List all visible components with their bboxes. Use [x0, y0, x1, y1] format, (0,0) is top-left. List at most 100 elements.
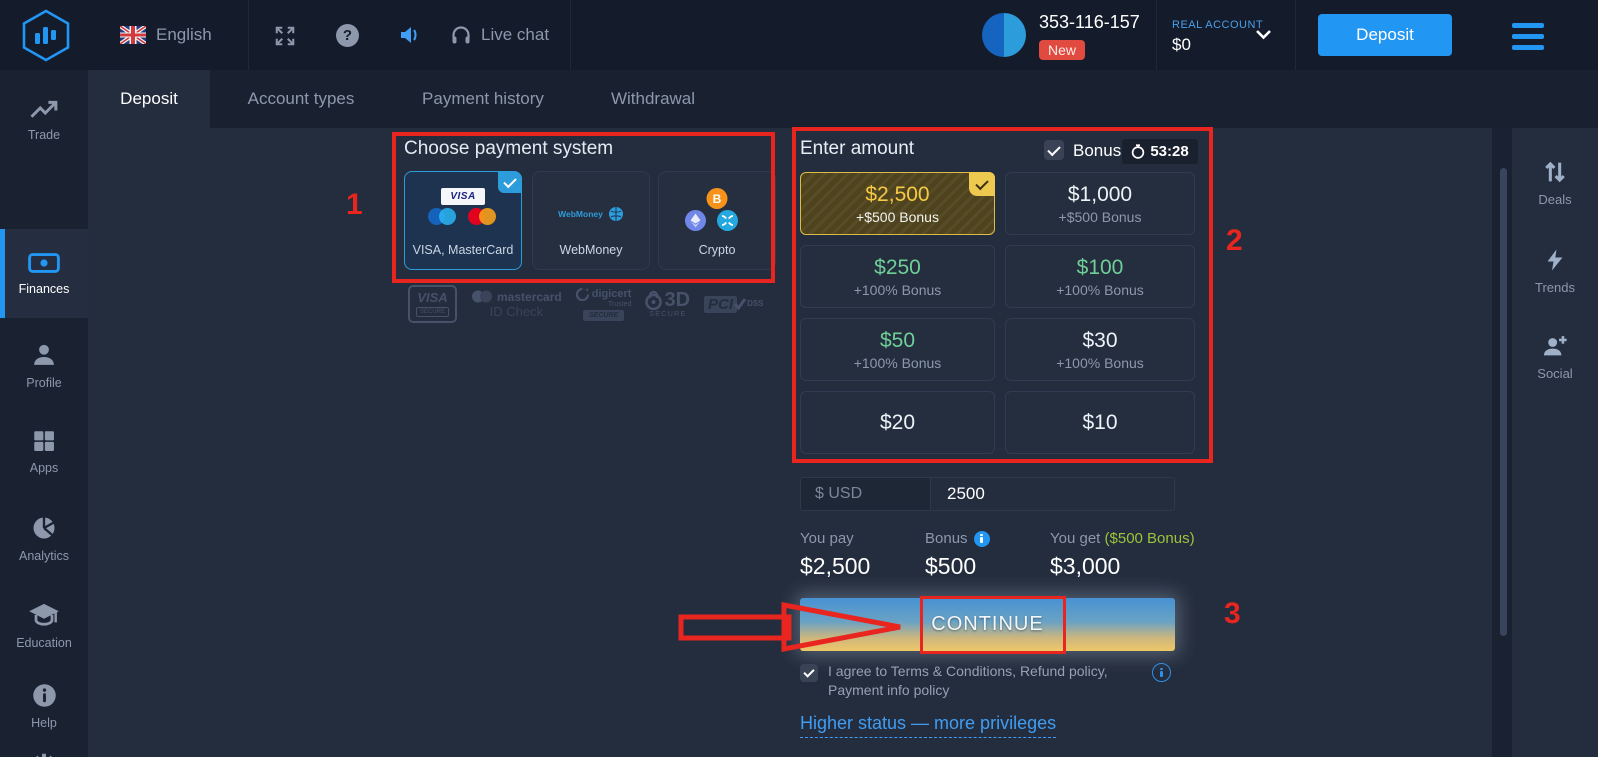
status-badge: New [1039, 40, 1085, 60]
sidebar-item-help[interactable]: Help [0, 670, 88, 742]
amount-input[interactable]: 2500 [930, 477, 1175, 511]
you-pay-block: You pay $2,500 [800, 530, 870, 580]
you-get-block: You get ($500 Bonus) $3,000 [1050, 530, 1195, 580]
headset-icon [449, 23, 473, 47]
higher-status-link[interactable]: Higher status — more privileges [800, 713, 1056, 738]
trends-icon [1543, 246, 1567, 274]
scrollbar[interactable] [1500, 168, 1507, 636]
sidebar-item-education[interactable]: Education [0, 582, 88, 668]
bonus-summary-label: Bonus [925, 530, 968, 547]
bonus-info-icon[interactable] [974, 531, 990, 547]
annotation-arrow [678, 602, 906, 652]
apps-icon [31, 428, 57, 454]
terms-info-icon[interactable] [1152, 663, 1171, 682]
amount-option-50[interactable]: $50 +100% Bonus [800, 318, 995, 381]
account-type-label: REAL ACCOUNT [1172, 19, 1263, 31]
tab-payment-history[interactable]: Payment history [398, 70, 568, 128]
avatar[interactable] [982, 13, 1026, 57]
stopwatch-icon [1131, 144, 1145, 159]
amount-option-20[interactable]: $20 [800, 391, 995, 454]
you-get-value: $3,000 [1050, 553, 1195, 580]
mastercard-idcheck-badge: mastercard ID Check [471, 290, 562, 318]
trade-icon [29, 95, 59, 121]
amount-option-1000[interactable]: $1,000 +$500 Bonus [1005, 172, 1195, 235]
payment-method-label: WebMoney [533, 243, 649, 257]
tab-account-types[interactable]: Account types [222, 70, 380, 128]
you-pay-label: You pay [800, 530, 870, 547]
live-chat-button[interactable]: Live chat [481, 25, 549, 45]
chevron-down-icon[interactable] [1255, 29, 1272, 40]
help-icon[interactable]: ? [336, 24, 359, 47]
account-switcher[interactable]: REAL ACCOUNT $0 [1172, 19, 1263, 55]
payment-method-label: Crypto [659, 243, 775, 257]
menu-icon[interactable] [1512, 23, 1544, 50]
sidebar-item-apps[interactable]: Apps [0, 408, 88, 494]
ethereum-icon [685, 210, 706, 231]
amount-option-250[interactable]: $250 +100% Bonus [800, 245, 995, 308]
terms-agreement-text[interactable]: I agree to Terms & Conditions, Refund po… [828, 662, 1148, 700]
webmoney-globe-icon [608, 206, 624, 222]
amount-option-100[interactable]: $100 +100% Bonus [1005, 245, 1195, 308]
amount-option-2500[interactable]: $2,500 +$500 Bonus [800, 172, 995, 235]
sidebar-item-social[interactable]: Social [1512, 332, 1598, 381]
ripple-icon [717, 210, 738, 231]
top-bar: English ? Live chat 353-116-157 New REAL… [0, 0, 1598, 70]
payment-method-visa-mastercard[interactable]: VISA VISA, MasterCard [404, 171, 522, 270]
you-get-label: You get [1050, 530, 1100, 547]
sidebar-item-deals[interactable]: Deals [1512, 158, 1598, 207]
payment-method-crypto[interactable]: B Crypto [658, 171, 776, 270]
currency-selector[interactable]: $ USD [800, 477, 931, 511]
finances-icon [27, 251, 61, 275]
divider [1295, 0, 1296, 70]
visa-secure-badge: VISA SECURE [408, 285, 457, 323]
deals-icon [1541, 158, 1569, 186]
tab-deposit[interactable]: Deposit [88, 70, 210, 128]
payment-method-label: VISA, MasterCard [405, 243, 521, 257]
divider [248, 0, 249, 70]
visa-logo: VISA [441, 188, 485, 205]
bonus-value: $500 [925, 553, 990, 580]
webmoney-logo: WebMoney [558, 209, 603, 219]
you-get-bonus-note: ($500 Bonus) [1105, 530, 1195, 547]
payment-method-webmoney[interactable]: WebMoney WebMoney [532, 171, 650, 270]
bonus-label: Bonus [1073, 141, 1121, 161]
app-logo-icon[interactable] [20, 9, 72, 62]
sidebar-item-analytics[interactable]: Analytics [0, 495, 88, 581]
agree-checkbox[interactable] [800, 664, 818, 682]
sound-icon[interactable] [398, 24, 422, 46]
analytics-icon [30, 514, 58, 542]
social-icon [1541, 332, 1569, 360]
sidebar-item-finances[interactable]: Finances [0, 229, 88, 318]
digicert-badge: digicert Trusted SECURE [576, 288, 632, 321]
info-icon [31, 682, 58, 709]
deposit-button[interactable]: Deposit [1318, 14, 1452, 56]
divider [1156, 0, 1157, 70]
selected-checkbox [969, 172, 995, 196]
divider [570, 0, 571, 70]
bonus-checkbox[interactable] [1044, 140, 1064, 160]
app-window: English ? Live chat 353-116-157 New REAL… [0, 0, 1598, 757]
sidebar-item-profile[interactable]: Profile [0, 322, 88, 408]
bitcoin-icon: B [707, 188, 728, 209]
bonus-timer: 53:28 [1122, 139, 1198, 164]
profile-icon [30, 341, 58, 369]
security-badges: VISA SECURE mastercard ID Check digicert… [408, 286, 764, 322]
amount-option-10[interactable]: $10 [1005, 391, 1195, 454]
selected-checkbox[interactable] [498, 171, 522, 193]
you-pay-value: $2,500 [800, 553, 870, 580]
sidebar-item-settings[interactable] [29, 750, 59, 757]
fullscreen-icon[interactable] [274, 25, 296, 47]
amount-section-title: Enter amount [800, 138, 914, 160]
payment-section-title: Choose payment system [404, 138, 613, 160]
gear-icon [29, 750, 59, 757]
sidebar-item-trends[interactable]: Trends [1512, 246, 1598, 295]
left-sidebar: Trade Finances Profile Apps [0, 70, 88, 757]
bonus-block: Bonus $500 [925, 530, 990, 580]
sidebar-item-trade[interactable]: Trade [0, 75, 88, 161]
amount-option-30[interactable]: $30 +100% Bonus [1005, 318, 1195, 381]
language-selector[interactable]: English [156, 25, 212, 45]
tab-withdrawal[interactable]: Withdrawal [588, 70, 718, 128]
active-indicator [0, 229, 5, 318]
3d-secure-badge: 3D SECURE [645, 290, 690, 318]
right-sidebar [1512, 128, 1598, 757]
